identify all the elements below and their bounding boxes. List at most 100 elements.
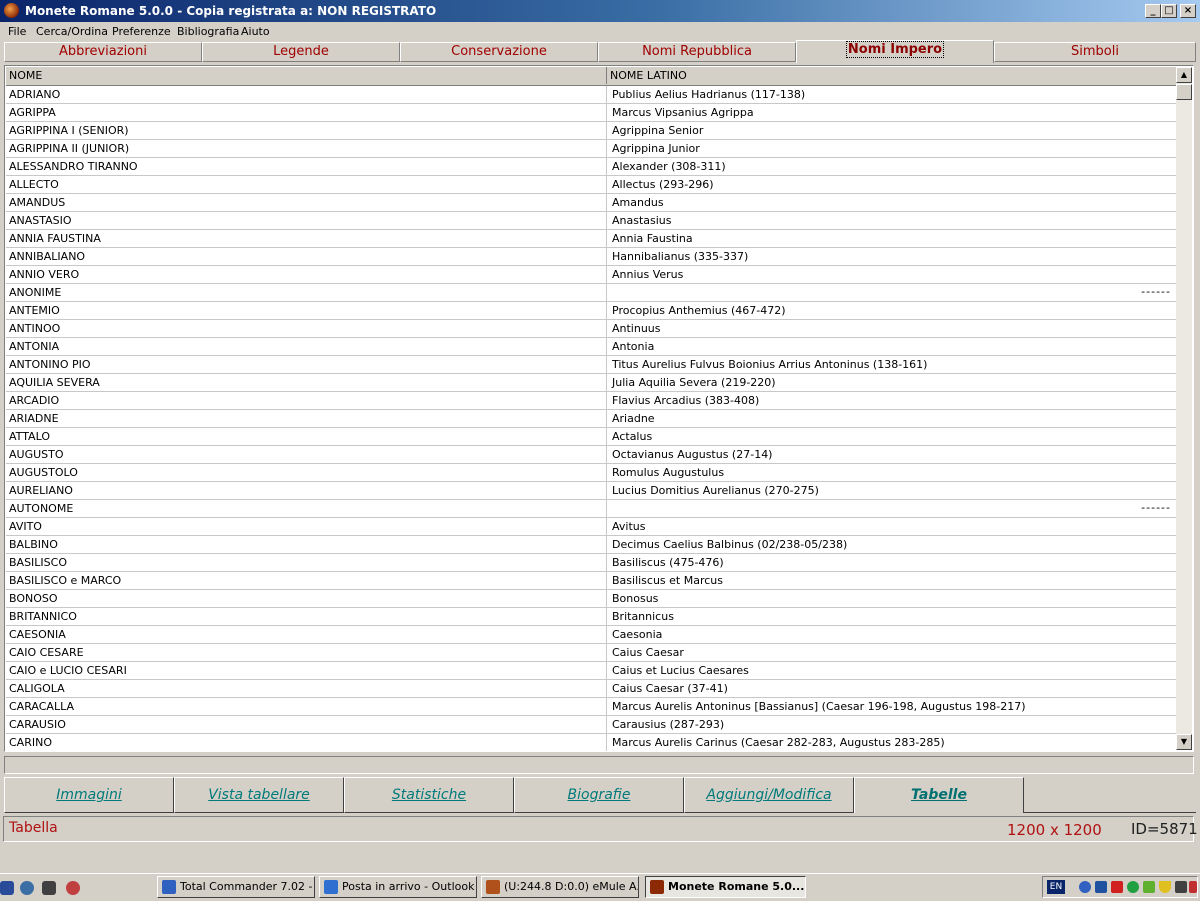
table-tabs: Abbreviazioni Legende Conservazione Nomi… bbox=[4, 40, 1196, 63]
tab-statistiche[interactable]: Statistiche bbox=[344, 777, 514, 813]
table-row[interactable]: AVITO Avitus bbox=[6, 518, 1177, 536]
table-row[interactable]: AGRIPPINA II (JUNIOR) Agrippina Junior bbox=[6, 140, 1177, 158]
table-row[interactable]: AURELIANO Lucius Domitius Aurelianus (270… bbox=[6, 482, 1177, 500]
security-icon[interactable] bbox=[1175, 881, 1187, 893]
tab-aggiungi-modifica[interactable]: Aggiungi/Modifica bbox=[684, 777, 854, 813]
tab-vista-tabellare[interactable]: Vista tabellare bbox=[174, 777, 344, 813]
column-divider bbox=[606, 554, 607, 572]
table-row[interactable]: AUGUSTOLO Romulus Augustulus bbox=[6, 464, 1177, 482]
cell-nome-latino: Caius Caesar (37-41) bbox=[612, 682, 728, 695]
menu-aiuto[interactable]: Aiuto bbox=[241, 25, 270, 38]
table-row[interactable]: AQUILIA SEVERA Julia Aquilia Severa (219-… bbox=[6, 374, 1177, 392]
table-row[interactable]: ANTINOO Antinuus bbox=[6, 320, 1177, 338]
table-row[interactable]: CALIGOLA Caius Caesar (37-41) bbox=[6, 680, 1177, 698]
table-row[interactable]: ANNIBALIANO Hannibalianus (335-337) bbox=[6, 248, 1177, 266]
tab-legende[interactable]: Legende bbox=[202, 42, 400, 62]
menu-cerca-ordina[interactable]: Cerca/Ordina bbox=[36, 25, 108, 38]
cell-nome-latino: Publius Aelius Hadrianus (117-138) bbox=[612, 88, 806, 101]
vertical-scrollbar[interactable]: ▲ ▼ bbox=[1176, 67, 1192, 750]
cell-nome-latino: Anastasius bbox=[612, 214, 672, 227]
task-monete-romane[interactable]: Monete Romane 5.0.... bbox=[645, 876, 806, 898]
tab-biografie[interactable]: Biografie bbox=[514, 777, 684, 813]
cell-nome: AQUILIA SEVERA bbox=[9, 376, 100, 389]
cell-nome: CALIGOLA bbox=[9, 682, 65, 695]
table-row[interactable]: ANTONIA Antonia bbox=[6, 338, 1177, 356]
table-row[interactable]: ALLECTO Allectus (293-296) bbox=[6, 176, 1177, 194]
table-row[interactable]: BALBINO Decimus Caelius Balbinus (02/238-… bbox=[6, 536, 1177, 554]
table-row[interactable]: ARIADNE Ariadne bbox=[6, 410, 1177, 428]
table-row[interactable]: AGRIPPINA I (SENIOR) Agrippina Senior bbox=[6, 122, 1177, 140]
coin-icon bbox=[650, 880, 664, 894]
menu-bibliografia[interactable]: Bibliografia bbox=[177, 25, 239, 38]
antivirus-icon[interactable] bbox=[1111, 881, 1123, 893]
cell-nome-latino: Caesonia bbox=[612, 628, 663, 641]
table-row[interactable]: CARACALLA Marcus Aurelis Antoninus [Bassi… bbox=[6, 698, 1177, 716]
cell-nome-latino: Romulus Augustulus bbox=[612, 466, 725, 479]
shield-icon[interactable] bbox=[1159, 881, 1171, 893]
tab-tabelle[interactable]: Tabelle bbox=[854, 777, 1024, 813]
table-row[interactable]: CAIO CESARE Caius Caesar bbox=[6, 644, 1177, 662]
scroll-up-button[interactable]: ▲ bbox=[1176, 67, 1192, 83]
tab-abbreviazioni[interactable]: Abbreviazioni bbox=[4, 42, 202, 62]
column-divider bbox=[606, 104, 607, 122]
tab-simboli[interactable]: Simboli bbox=[994, 42, 1196, 62]
names-grid[interactable]: NOME NOME LATINO ADRIANO Publius Aelius H… bbox=[4, 65, 1194, 752]
media-player-icon[interactable] bbox=[20, 881, 34, 895]
table-row[interactable]: CARINO Marcus Aurelis Carinus (Caesar 282… bbox=[6, 734, 1177, 751]
cell-nome-latino: Marcus Aurelis Carinus (Caesar 282-283, … bbox=[612, 736, 945, 749]
table-row[interactable]: ANNIA FAUSTINA Annia Faustina bbox=[6, 230, 1177, 248]
cell-nome-latino: Agrippina Senior bbox=[612, 124, 704, 137]
tab-conservazione[interactable]: Conservazione bbox=[400, 42, 598, 62]
close-button[interactable]: × bbox=[1180, 4, 1196, 18]
table-row[interactable]: BONOSO Bonosus bbox=[6, 590, 1177, 608]
column-header-nome-latino[interactable]: NOME LATINO bbox=[607, 67, 1177, 84]
show-desktop-icon[interactable] bbox=[0, 881, 14, 895]
column-divider bbox=[606, 446, 607, 464]
table-row[interactable]: AUTONOME ------ bbox=[6, 500, 1177, 518]
table-row[interactable]: AGRIPPA Marcus Vipsanius Agrippa bbox=[6, 104, 1177, 122]
table-row[interactable]: ALESSANDRO TIRANNO Alexander (308-311) bbox=[6, 158, 1177, 176]
task-outlook[interactable]: Posta in arrivo - Outlook ... bbox=[319, 876, 477, 898]
cell-nome: ANTEMIO bbox=[9, 304, 60, 317]
table-row[interactable]: ADRIANO Publius Aelius Hadrianus (117-138… bbox=[6, 86, 1177, 104]
task-emule[interactable]: (U:244.8 D:0.0) eMule A... bbox=[481, 876, 639, 898]
table-row[interactable]: AUGUSTO Octavianus Augustus (27-14) bbox=[6, 446, 1177, 464]
column-header-nome[interactable]: NOME bbox=[6, 67, 607, 84]
nvidia-icon[interactable] bbox=[1143, 881, 1155, 893]
volume-icon[interactable] bbox=[1189, 881, 1197, 893]
maximize-button[interactable]: □ bbox=[1161, 4, 1177, 18]
table-row[interactable]: BASILISCO e MARCO Basiliscus et Marcus bbox=[6, 572, 1177, 590]
table-row[interactable]: ANTEMIO Procopius Anthemius (467-472) bbox=[6, 302, 1177, 320]
table-row[interactable]: ANONIME ------ bbox=[6, 284, 1177, 302]
cell-nome: BASILISCO e MARCO bbox=[9, 574, 122, 587]
cell-nome-latino: Ariadne bbox=[612, 412, 655, 425]
table-row[interactable]: ANTONINO PIO Titus Aurelius Fulvus Boioni… bbox=[6, 356, 1177, 374]
quicklaunch-app-icon[interactable] bbox=[66, 881, 80, 895]
tab-immagini[interactable]: Immagini bbox=[4, 777, 174, 813]
table-row[interactable]: AMANDUS Amandus bbox=[6, 194, 1177, 212]
tab-nomi-repubblica[interactable]: Nomi Repubblica bbox=[598, 42, 796, 62]
table-row[interactable]: BRITANNICO Britannicus bbox=[6, 608, 1177, 626]
table-row[interactable]: ATTALO Actalus bbox=[6, 428, 1177, 446]
mail-icon[interactable] bbox=[1095, 881, 1107, 893]
scroll-down-button[interactable]: ▼ bbox=[1176, 734, 1192, 750]
network-icon[interactable] bbox=[1079, 881, 1091, 893]
alien-app-icon[interactable] bbox=[42, 881, 56, 895]
table-row[interactable]: BASILISCO Basiliscus (475-476) bbox=[6, 554, 1177, 572]
language-indicator[interactable]: EN bbox=[1047, 880, 1065, 894]
table-row[interactable]: CAIO e LUCIO CESARI Caius et Lucius Caesa… bbox=[6, 662, 1177, 680]
table-row[interactable]: CARAUSIO Carausius (287-293) bbox=[6, 716, 1177, 734]
table-row[interactable]: ANASTASIO Anastasius bbox=[6, 212, 1177, 230]
cell-nome: AUTONOME bbox=[9, 502, 74, 515]
tab-nomi-impero[interactable]: Nomi Impero bbox=[796, 40, 994, 63]
minimize-button[interactable]: _ bbox=[1145, 4, 1161, 18]
table-row[interactable]: ANNIO VERO Annius Verus bbox=[6, 266, 1177, 284]
menu-file[interactable]: File bbox=[8, 25, 26, 38]
column-divider bbox=[606, 158, 607, 176]
table-row[interactable]: CAESONIA Caesonia bbox=[6, 626, 1177, 644]
task-total-commander[interactable]: Total Commander 7.02 - ... bbox=[157, 876, 315, 898]
scroll-thumb[interactable] bbox=[1176, 84, 1192, 100]
table-row[interactable]: ARCADIO Flavius Arcadius (383-408) bbox=[6, 392, 1177, 410]
connection-icon[interactable] bbox=[1127, 881, 1139, 893]
menu-preferenze[interactable]: Preferenze bbox=[112, 25, 171, 38]
